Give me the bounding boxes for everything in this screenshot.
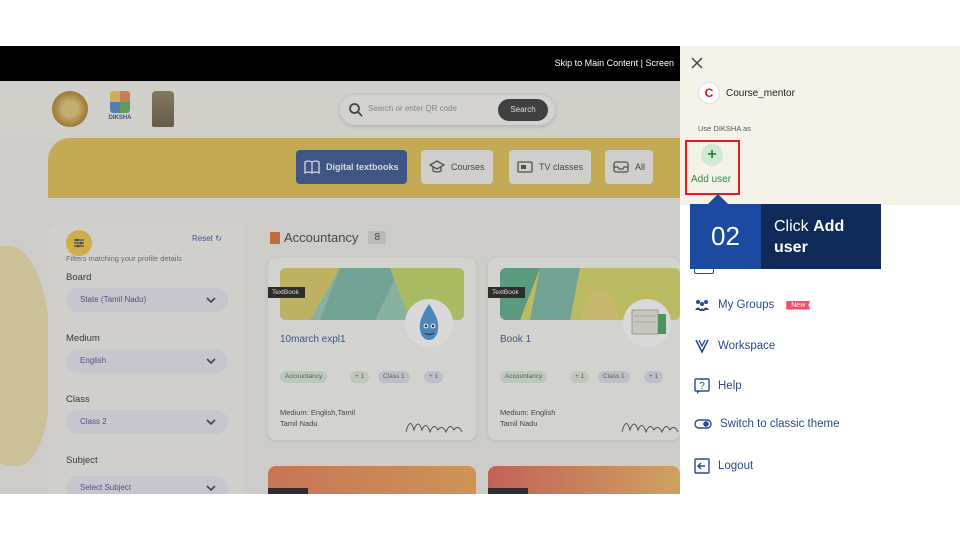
menu-label: Workspace [718,340,776,352]
add-user-label[interactable]: Add user [691,174,731,185]
tutorial-slide: Skip to Main Content | Screen DIKSHA Sea… [0,0,960,540]
plus-icon: + [707,146,717,163]
step-text-plain: Click [774,218,814,235]
workspace-icon [695,339,709,354]
menu-label: Switch to classic theme [720,418,840,430]
menu-item-my-groups[interactable]: My Groups New [694,298,811,312]
menu-label: Logout [718,460,754,472]
close-icon[interactable] [690,56,704,70]
step-instruction: Click Add user [774,216,874,258]
menu-item-help[interactable]: ? Help [694,378,742,394]
step-callout: 02 Click Add user [690,204,881,269]
new-badge: New [786,300,811,310]
avatar[interactable]: C [698,82,720,104]
step-number: 02 [690,204,761,269]
svg-text:?: ? [699,381,705,392]
profile-section: C Course_mentor Use DIKSHA as + Add user [680,46,960,205]
username: Course_mentor [726,88,795,99]
modal-dim-overlay[interactable] [0,81,680,494]
menu-item-logout[interactable]: Logout [694,458,753,474]
logout-icon [694,458,710,474]
skip-link[interactable]: Skip to Main Content | Screen [555,58,674,68]
add-user-button[interactable]: + [701,144,723,166]
callout-pointer [708,194,728,204]
help-icon: ? [694,378,710,394]
menu-item-workspace[interactable]: Workspace [694,338,775,354]
toggle-icon [694,419,712,429]
use-as-label: Use DIKSHA as [698,124,751,133]
menu-label: My Groups [718,299,775,311]
profile-side-panel: C Course_mentor Use DIKSHA as + Add user… [680,46,960,494]
menu-item-switch-theme[interactable]: Switch to classic theme [694,418,840,430]
skip-bar[interactable]: Skip to Main Content | Screen [0,46,680,81]
groups-icon [695,300,709,311]
app-screenshot: Skip to Main Content | Screen DIKSHA Sea… [0,46,960,494]
menu-label: Help [718,380,742,392]
